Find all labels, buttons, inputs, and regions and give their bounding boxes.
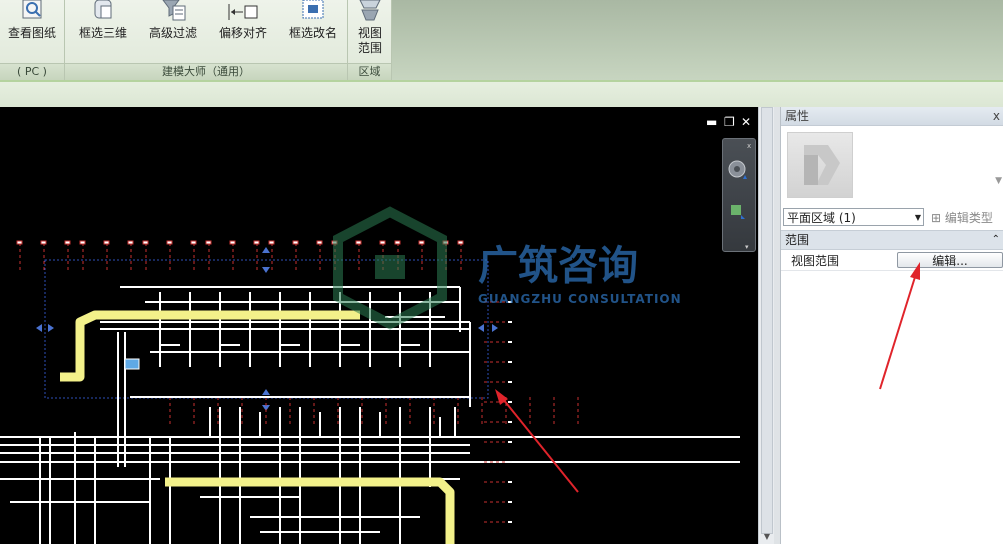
- tag-head: [508, 481, 512, 483]
- svg-text:x: x: [747, 142, 751, 150]
- navigation-bar-icons: x ▾: [728, 142, 751, 251]
- box-select-3d-label: 框选三维: [78, 26, 127, 40]
- navigation-bar[interactable]: x ▾: [722, 138, 756, 252]
- box-select-3d-icon: [94, 0, 112, 19]
- box-rename-icon: [302, 0, 324, 19]
- tag-head: [394, 240, 401, 245]
- view-drawing-button[interactable]: 查看图纸: [0, 0, 64, 62]
- tag-head: [79, 240, 86, 245]
- tag-head: [508, 361, 512, 363]
- view-range-button[interactable]: 视图 范围: [350, 0, 390, 62]
- advanced-filter-icon: [162, 0, 186, 21]
- offset-align-icon: [228, 4, 258, 20]
- tag-head: [508, 441, 512, 443]
- ribbon-panel-modeling-master: 框选三维 高级过滤 偏移对齐 框选改名 建模大师（通用）: [65, 0, 348, 80]
- tag-head: [508, 381, 512, 383]
- tag-head: [142, 240, 149, 245]
- fixture-symbol: [124, 358, 140, 370]
- tag-head: [40, 240, 47, 245]
- minimize-view-button[interactable]: ▬: [706, 115, 717, 129]
- view-range-label-1: 视图: [357, 26, 382, 40]
- annotation-arrow-canvas: [495, 389, 579, 493]
- tag-head: [268, 240, 275, 245]
- tag-head: [205, 240, 212, 245]
- tag-head: [508, 521, 512, 523]
- box-rename-label: 框选改名: [288, 26, 337, 40]
- advanced-filter-label: 高级过滤: [148, 26, 197, 40]
- tag-head: [190, 240, 197, 245]
- tag-head: [229, 240, 236, 245]
- close-view-button[interactable]: ✕: [741, 115, 751, 129]
- floor-plan-drawing: 广筑咨询 GUANGZHU CONSULTATION: [0, 206, 740, 544]
- view-drawing-label: 查看图纸: [7, 26, 56, 40]
- tag-head: [508, 421, 512, 423]
- tag-head: [379, 240, 386, 245]
- annotation-arrow-props: [879, 262, 920, 390]
- tag-head: [16, 240, 23, 245]
- tag-head: [508, 401, 512, 403]
- tag-head: [316, 240, 323, 245]
- watermark-logo: [333, 206, 447, 330]
- tag-head: [457, 240, 464, 245]
- tag-head: [355, 240, 362, 245]
- zoom-icon: [731, 205, 741, 215]
- advanced-filter-button[interactable]: 高级过滤: [143, 0, 203, 62]
- ribbon-empty-area: [392, 0, 1003, 80]
- view-range-icon: [359, 0, 381, 21]
- watermark-name: 广筑咨询: [478, 243, 638, 289]
- properties-palette: 属性 x ▼ 平面区域 (1) ▼ ⊞ 编辑类型 范围 ⌃ 视图范围 编辑...: [780, 107, 1003, 544]
- scrollbar-thumb[interactable]: [761, 107, 773, 534]
- panel-title-modeling-master: 建模大师（通用）: [65, 63, 347, 80]
- tag-head: [127, 240, 134, 245]
- tag-head: [508, 501, 512, 503]
- ribbon-panel-region: 视图 范围 区域: [348, 0, 392, 80]
- tag-head: [103, 240, 110, 245]
- tag-head: [508, 321, 512, 323]
- tag-head: [508, 461, 512, 463]
- drawing-canvas[interactable]: 广筑咨询 GUANGZHU CONSULTATION: [0, 107, 758, 544]
- tag-head: [64, 240, 71, 245]
- tag-head: [292, 240, 299, 245]
- box-rename-button[interactable]: 框选改名: [283, 0, 343, 62]
- svg-text:▾: ▾: [745, 243, 749, 251]
- box-select-3d-button[interactable]: 框选三维: [73, 0, 133, 62]
- watermark-subtitle: GUANGZHU CONSULTATION: [478, 292, 682, 306]
- options-bar: [0, 80, 1003, 109]
- vertical-scrollbar[interactable]: ▼: [758, 107, 775, 544]
- tag-head: [253, 240, 260, 245]
- panel-title-pc: ( PC ): [0, 63, 64, 80]
- tag-head: [508, 341, 512, 343]
- pipe-network: [0, 286, 740, 544]
- ribbon-panel-pc: 查看图纸 ( PC ): [0, 0, 65, 80]
- view-range-label-2: 范围: [357, 41, 382, 55]
- view-drawing-icon: [22, 0, 42, 19]
- tag-head: [418, 240, 425, 245]
- scroll-down-arrow[interactable]: ▼: [759, 532, 775, 544]
- offset-align-button[interactable]: 偏移对齐: [213, 0, 273, 62]
- restore-view-button[interactable]: ❐: [724, 115, 735, 129]
- panel-title-region: 区域: [348, 63, 391, 80]
- tag-head: [166, 240, 173, 245]
- offset-align-label: 偏移对齐: [218, 26, 267, 40]
